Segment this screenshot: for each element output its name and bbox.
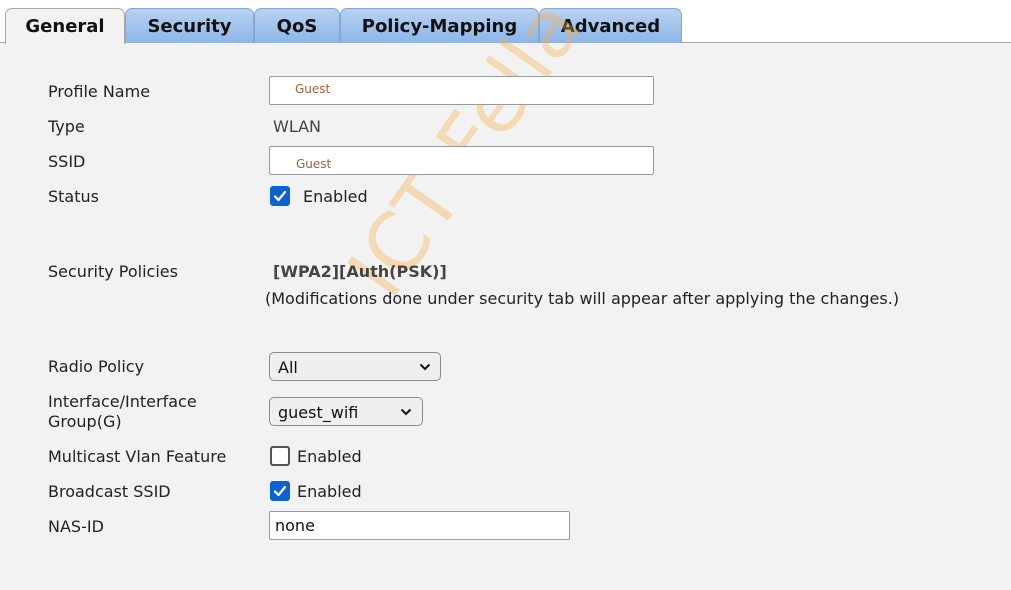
chevron-down-icon (419, 363, 431, 371)
tab-security[interactable]: Security (125, 8, 254, 43)
ssid-label: SSID (48, 152, 86, 171)
ssid-field[interactable]: Guest (269, 146, 654, 175)
nas-id-field[interactable]: none (269, 511, 570, 540)
interface-label-line2: Group(G) (48, 412, 122, 431)
security-policies-note: (Modifications done under security tab w… (265, 289, 900, 308)
tab-general[interactable]: General (5, 8, 125, 44)
tab-policy-mapping[interactable]: Policy-Mapping (340, 8, 539, 43)
tab-security-label: Security (147, 15, 232, 37)
status-checkbox[interactable] (270, 186, 290, 206)
nas-id-value: none (275, 516, 315, 535)
tab-policy-mapping-label: Policy-Mapping (361, 15, 518, 37)
broadcast-ssid-label: Broadcast SSID (48, 482, 171, 501)
multicast-vlan-label: Multicast Vlan Feature (48, 447, 227, 466)
multicast-vlan-checkbox-label: Enabled (297, 447, 362, 466)
nas-id-label: NAS-ID (48, 517, 104, 536)
radio-policy-select[interactable]: All (269, 352, 441, 381)
interface-selected: guest_wifi (278, 403, 359, 422)
radio-policy-label: Radio Policy (48, 357, 145, 376)
status-label: Status (48, 187, 99, 206)
tab-advanced[interactable]: Advanced (539, 8, 682, 43)
ssid-value: Guest (296, 157, 332, 171)
status-checkbox-label: Enabled (303, 187, 368, 206)
radio-policy-selected: All (278, 358, 298, 377)
security-policies-value: [WPA2][Auth(PSK)] (273, 262, 447, 281)
checkmark-icon (273, 190, 287, 202)
type-label: Type (48, 117, 85, 136)
profile-name-field[interactable]: Guest (269, 76, 654, 105)
profile-name-value: Guest (295, 82, 331, 96)
tab-bar: General Security QoS Policy-Mapping Adva… (0, 0, 1011, 44)
multicast-vlan-checkbox[interactable] (270, 446, 290, 466)
chevron-down-icon (400, 408, 412, 416)
checkmark-icon (273, 485, 287, 497)
type-value: WLAN (273, 117, 322, 136)
tab-qos-label: QoS (276, 15, 318, 37)
interface-label-line1: Interface/Interface (48, 392, 197, 411)
broadcast-ssid-checkbox-label: Enabled (297, 482, 362, 501)
broadcast-ssid-checkbox[interactable] (270, 481, 290, 501)
tab-advanced-label: Advanced (560, 15, 661, 37)
profile-name-label: Profile Name (48, 82, 151, 101)
tab-qos[interactable]: QoS (254, 8, 340, 43)
security-policies-label: Security Policies (48, 262, 178, 281)
interface-select[interactable]: guest_wifi (269, 397, 423, 426)
tab-general-label: General (25, 16, 105, 37)
